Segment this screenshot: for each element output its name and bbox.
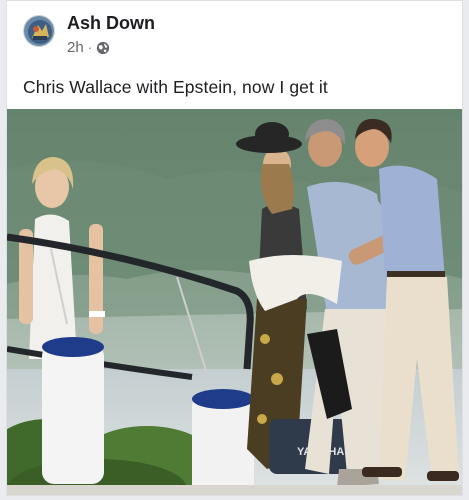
boat-fender-left [42, 337, 104, 484]
post-text: Chris Wallace with Epstein, now I get it [23, 77, 328, 97]
avatar-image [24, 16, 54, 46]
meta-separator: · [87, 40, 93, 55]
post-card: Ash Down 2h · Chris Wallace with Epstein… [6, 0, 463, 496]
timestamp[interactable]: 2h [67, 39, 84, 56]
post-photo[interactable]: YAMAHA [7, 109, 462, 495]
post-meta: 2h · [67, 39, 110, 56]
author-name[interactable]: Ash Down [67, 13, 155, 34]
post-header: Ash Down 2h · [23, 13, 443, 59]
avatar[interactable] [23, 15, 55, 47]
photo-scene: YAMAHA [7, 109, 462, 495]
globe-icon[interactable] [96, 41, 110, 55]
boat-fender-right [192, 389, 254, 495]
